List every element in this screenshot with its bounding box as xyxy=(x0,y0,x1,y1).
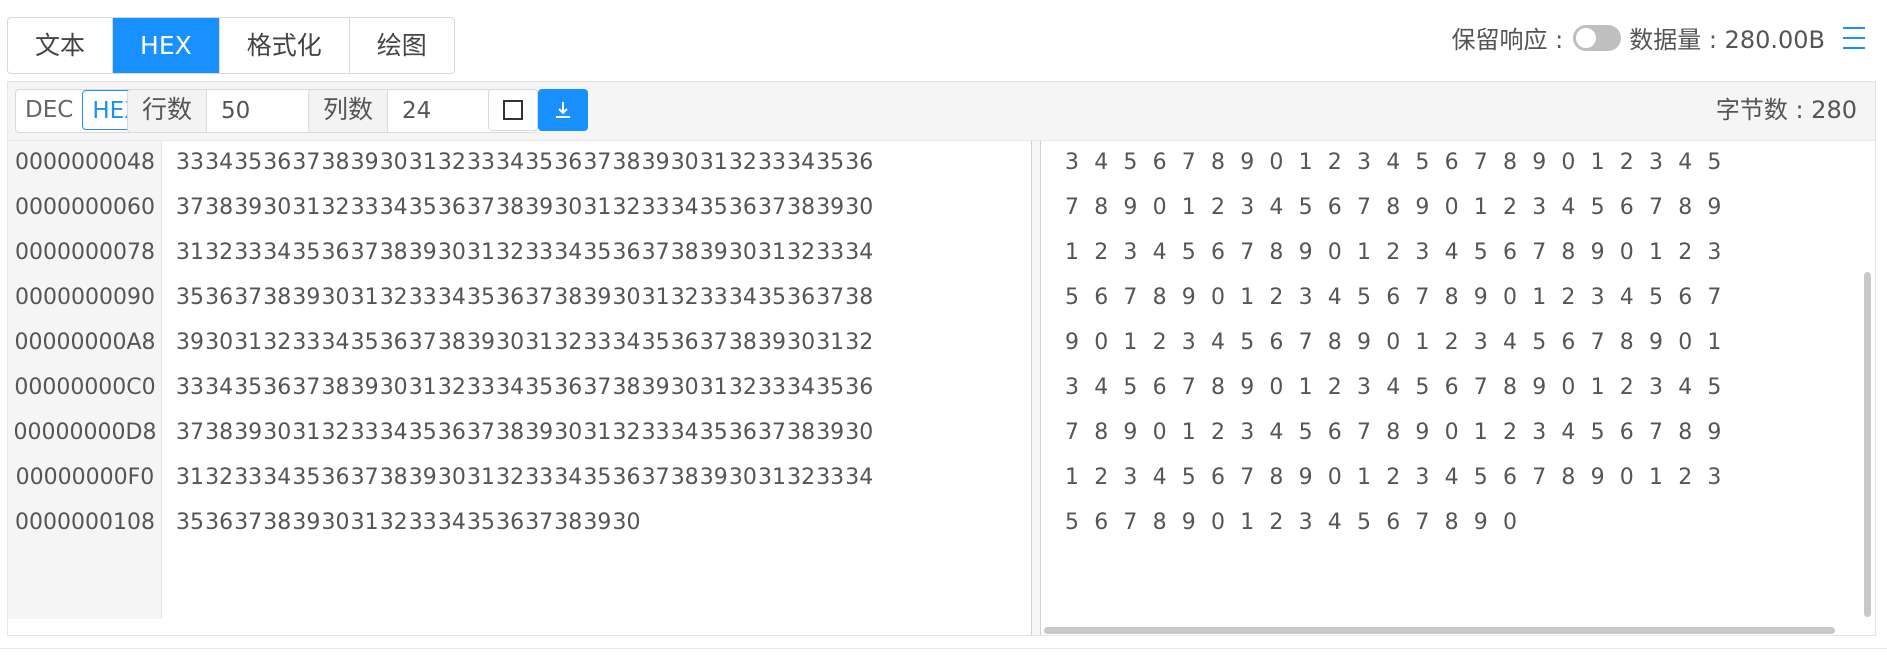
keep-response-label: 保留响应 : xyxy=(1451,26,1564,54)
text-cell[interactable]: 7 xyxy=(1532,451,1546,505)
text-cell[interactable]: 6 xyxy=(1386,496,1400,550)
hex-viewer-panel: DEC HEX 行数 50 列数 24 字节数 : 280 0000000048 3… xyxy=(7,81,1876,636)
text-cell[interactable]: 8 xyxy=(1561,451,1575,505)
text-cell[interactable]: 8 xyxy=(1445,496,1459,550)
text-cell[interactable]: 6 xyxy=(1094,496,1108,550)
text-cell[interactable]: 3 xyxy=(1707,451,1721,505)
hex-cell[interactable]: 35 xyxy=(176,496,204,550)
text-cell[interactable]: 0 xyxy=(1211,496,1225,550)
hex-cell[interactable]: 38 xyxy=(554,496,582,550)
tab-1[interactable]: HEX xyxy=(113,18,220,73)
square-icon xyxy=(503,100,523,120)
hex-cell[interactable]: 39 xyxy=(700,451,728,505)
text-cell[interactable]: 5 xyxy=(1065,496,1079,550)
bottom-divider xyxy=(0,648,1887,649)
hex-cell[interactable]: 37 xyxy=(642,451,670,505)
data-size-label: 数据量 : 280.00B xyxy=(1629,26,1825,54)
hex-cell[interactable]: 36 xyxy=(205,496,233,550)
text-cell[interactable]: 0 xyxy=(1503,496,1517,550)
row-address: 0000000108 xyxy=(15,510,155,535)
hex-cell[interactable]: 34 xyxy=(845,451,873,505)
tab-3[interactable]: 绘图 xyxy=(350,18,454,73)
text-cell[interactable]: 5 xyxy=(1357,496,1371,550)
text-cell[interactable]: 7 xyxy=(1123,496,1137,550)
hex-cell[interactable]: 30 xyxy=(613,496,641,550)
vertical-scrollbar[interactable] xyxy=(1864,272,1871,617)
hex-cell[interactable]: 36 xyxy=(496,496,524,550)
header-controls: 保留响应 : 数据量 : 280.00B xyxy=(1451,20,1865,55)
tab-2[interactable]: 格式化 xyxy=(220,18,350,73)
menu-icon[interactable] xyxy=(1843,26,1865,49)
keep-response-toggle[interactable] xyxy=(1573,24,1622,51)
hex-cell[interactable]: 38 xyxy=(671,451,699,505)
hex-cell[interactable]: 39 xyxy=(292,496,320,550)
rows-label: 行数 xyxy=(128,90,208,132)
text-cell[interactable]: 2 xyxy=(1678,451,1692,505)
hex-cell[interactable]: 30 xyxy=(322,496,350,550)
checkbox-button[interactable] xyxy=(488,89,538,131)
text-cell[interactable]: 3 xyxy=(1299,496,1313,550)
hex-cell[interactable]: 31 xyxy=(758,451,786,505)
text-cell[interactable]: 2 xyxy=(1269,496,1283,550)
download-button[interactable] xyxy=(538,89,588,131)
tab-0[interactable]: 文本 xyxy=(8,18,114,73)
hex-cell[interactable]: 32 xyxy=(787,451,815,505)
hex-cell[interactable]: 37 xyxy=(234,496,262,550)
hex-cell[interactable]: 39 xyxy=(583,496,611,550)
byte-count: 字节数 : 280 xyxy=(1715,96,1857,124)
hex-cell[interactable]: 31 xyxy=(351,496,379,550)
cols-label: 列数 xyxy=(309,90,389,132)
pane-splitter[interactable] xyxy=(1031,141,1041,635)
format-option-dec[interactable]: DEC xyxy=(16,90,82,130)
text-cell[interactable]: 8 xyxy=(1153,496,1167,550)
toggle-knob xyxy=(1576,27,1597,48)
horizontal-scrollbar[interactable] xyxy=(1044,627,1835,634)
download-icon xyxy=(556,102,570,118)
view-tabs: 文本 HEX 格式化 绘图 xyxy=(7,17,455,74)
text-cell[interactable]: 1 xyxy=(1240,496,1254,550)
hex-cell[interactable]: 34 xyxy=(438,496,466,550)
text-cell[interactable]: 9 xyxy=(1474,496,1488,550)
text-cell[interactable]: 1 xyxy=(1649,451,1663,505)
text-cell[interactable]: 9 xyxy=(1591,451,1605,505)
hex-cell[interactable]: 38 xyxy=(263,496,291,550)
text-cell[interactable]: 4 xyxy=(1328,496,1342,550)
hex-cell[interactable]: 32 xyxy=(380,496,408,550)
hex-cell[interactable]: 35 xyxy=(467,496,495,550)
hex-cell[interactable]: 37 xyxy=(525,496,553,550)
hex-cell[interactable]: 33 xyxy=(409,496,437,550)
hex-cell[interactable]: 33 xyxy=(816,451,844,505)
text-cell[interactable]: 7 xyxy=(1415,496,1429,550)
text-cell[interactable]: 0 xyxy=(1620,451,1634,505)
hex-toolbar: DEC HEX 行数 50 列数 24 字节数 : 280 xyxy=(8,82,1875,141)
hex-cell[interactable]: 30 xyxy=(729,451,757,505)
text-cell[interactable]: 9 xyxy=(1182,496,1196,550)
